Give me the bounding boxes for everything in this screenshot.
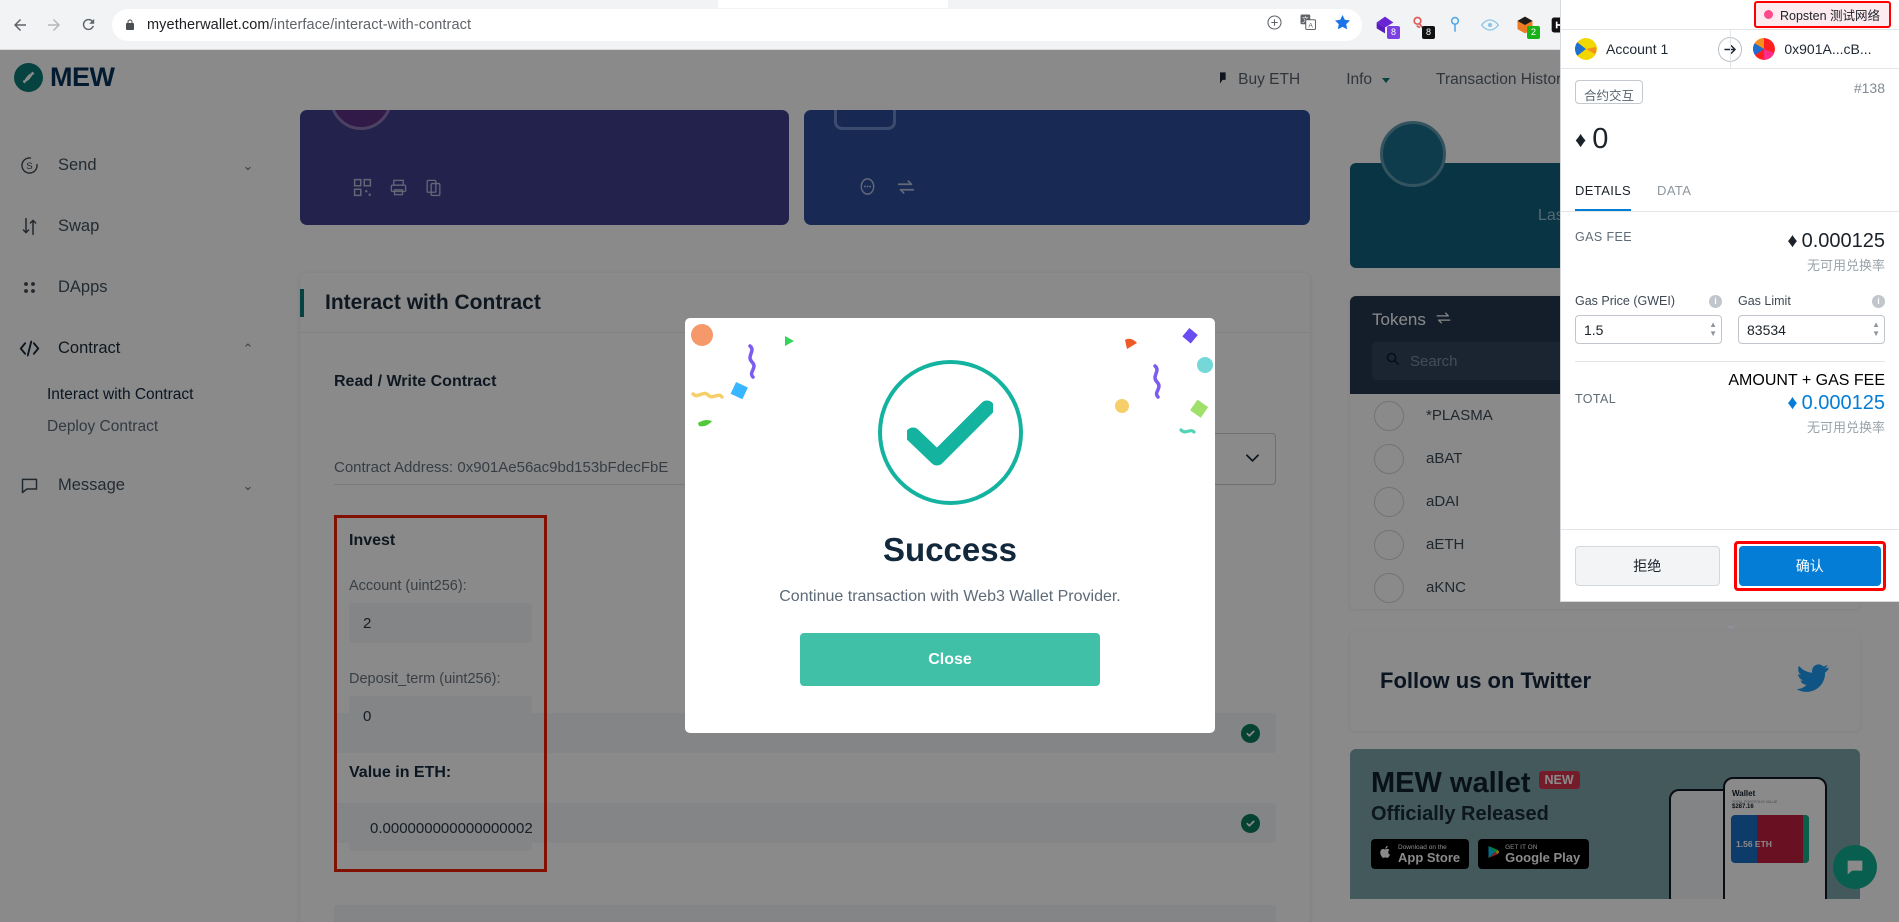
recipient-account[interactable]: 0x901A...cB... — [1753, 38, 1899, 60]
amount-plus-gas-label: AMOUNT + GAS FEE — [1728, 372, 1885, 389]
address-bar[interactable]: myetherwallet.com/interface/interact-wit… — [112, 8, 1362, 41]
forward-arrow-icon[interactable] — [38, 9, 70, 41]
transaction-amount-value: 0 — [1592, 123, 1609, 155]
extension-cube-icon[interactable]: 2 — [1514, 14, 1540, 39]
network-badge[interactable]: Ropsten 测试网络 — [1753, 1, 1891, 28]
metamask-tabs: DETAILS DATA — [1561, 176, 1899, 212]
success-dialog: Success Continue transaction with Web3 W… — [685, 318, 1215, 733]
metamask-badge: 8 — [1387, 25, 1400, 39]
transaction-amount: ♦ 0 — [1561, 123, 1899, 156]
metamask-extension-icon[interactable]: 8 — [1374, 14, 1400, 39]
url-text: myetherwallet.com/interface/interact-wit… — [147, 17, 471, 33]
confirm-button[interactable]: 确认 — [1738, 545, 1881, 586]
avatar — [1753, 38, 1776, 60]
extension-red-icon[interactable]: 8 — [1409, 14, 1435, 39]
gas-fee-label: GAS FEE — [1575, 230, 1632, 244]
browser-tab-stub[interactable] — [718, 0, 948, 8]
translate-icon[interactable]: 文A — [1299, 13, 1317, 36]
gas-limit-stepper[interactable]: ▲ ▼ — [1872, 321, 1880, 338]
back-arrow-icon[interactable] — [4, 9, 36, 41]
metamask-network-row: Ropsten 测试网络 — [1561, 0, 1899, 29]
browser-nav-buttons — [0, 9, 104, 41]
close-button[interactable]: Close — [800, 633, 1100, 686]
bookmark-star-icon[interactable] — [1333, 13, 1352, 37]
recipient-address: 0x901A...cB... — [1784, 41, 1872, 57]
extension-key-icon[interactable] — [1444, 14, 1466, 36]
sender-account-name: Account 1 — [1606, 41, 1669, 57]
gas-limit-label: Gas Limit — [1738, 294, 1791, 308]
gas-price-group: Gas Price (GWEI) i 1.5 ▲ ▼ — [1575, 294, 1722, 344]
gas-limit-value: 83534 — [1747, 321, 1786, 338]
eth-symbol-icon: ♦ — [1575, 126, 1587, 152]
info-icon[interactable]: i — [1872, 294, 1885, 308]
total-values: ♦ 0.000125 无可用兑换率 — [1787, 392, 1885, 436]
stepper-down-icon[interactable]: ▼ — [1872, 330, 1880, 338]
gas-fee-value: 0.000125 — [1801, 230, 1885, 252]
chevron-double-down-icon[interactable]: ⌄ — [1561, 615, 1899, 633]
total-conversion: 无可用兑换率 — [1806, 420, 1885, 435]
gas-fee-values: ♦ 0.000125 无可用兑换率 — [1787, 230, 1885, 274]
url-path: /interface/interact-with-contract — [269, 16, 472, 33]
success-check-icon — [877, 360, 1023, 505]
extension-eye-icon[interactable] — [1479, 14, 1501, 36]
lock-icon — [124, 18, 136, 32]
tab-details[interactable]: DETAILS — [1575, 176, 1632, 211]
metamask-footer: 拒绝 确认 ⌄ — [1561, 529, 1899, 633]
extension-red-badge: 8 — [1422, 25, 1435, 39]
gas-price-label: Gas Price (GWEI) — [1575, 294, 1676, 308]
gas-price-label-row: Gas Price (GWEI) i — [1575, 294, 1722, 308]
url-host: myetherwallet.com — [147, 16, 270, 33]
total-row: TOTAL ♦ 0.000125 无可用兑换率 — [1575, 390, 1885, 436]
metamask-origin-row: 合约交互 #138 — [1561, 69, 1899, 131]
sender-account[interactable]: Account 1 — [1561, 38, 1707, 60]
metamask-detail-rows: GAS FEE ♦ 0.000125 无可用兑换率 — [1561, 212, 1899, 274]
tab-data[interactable]: DATA — [1657, 176, 1691, 211]
network-name: Ropsten 测试网络 — [1779, 9, 1880, 23]
total-label: TOTAL — [1575, 392, 1617, 406]
total-amount: ♦ 0.000125 — [1787, 392, 1885, 415]
success-title: Success — [883, 531, 1017, 568]
confirm-button-highlight: 确认 — [1733, 540, 1886, 591]
gas-limit-group: Gas Limit i 83534 ▲ ▼ — [1738, 294, 1885, 344]
stepper-up-icon[interactable]: ▲ — [1709, 321, 1717, 329]
extension-cube-badge: 2 — [1527, 25, 1540, 39]
gas-limit-label-row: Gas Limit i — [1738, 294, 1885, 308]
stepper-up-icon[interactable]: ▲ — [1872, 321, 1880, 329]
gas-fee-conversion: 无可用兑换率 — [1806, 258, 1885, 273]
gas-limit-input[interactable]: 83534 ▲ ▼ — [1738, 315, 1885, 344]
gas-price-input[interactable]: 1.5 ▲ ▼ — [1575, 315, 1722, 344]
svg-text:A: A — [1308, 22, 1313, 29]
reload-icon[interactable] — [72, 9, 104, 41]
omnibox-actions: 文A — [1266, 13, 1352, 37]
info-icon[interactable]: i — [1709, 294, 1722, 308]
metamask-accounts-row: Account 1 0x901A...cB... — [1561, 29, 1899, 69]
stepper-down-icon[interactable]: ▼ — [1709, 330, 1717, 338]
avatar — [1575, 38, 1597, 60]
metamask-total-rows: AMOUNT + GAS FEE TOTAL ♦ 0.000125 无可用兑换率 — [1561, 362, 1899, 436]
eth-symbol-icon: ♦ — [1787, 392, 1798, 414]
divider — [1730, 30, 1731, 68]
add-to-collection-icon[interactable] — [1266, 14, 1283, 36]
gas-price-value: 1.5 — [1584, 321, 1604, 338]
metamask-popup: Ropsten 测试网络 Account 1 0x901A...cB... 合约… — [1560, 0, 1899, 633]
success-subtitle: Continue transaction with Web3 Wallet Pr… — [779, 588, 1121, 605]
gas-fee-amount: ♦ 0.000125 — [1787, 230, 1885, 253]
gas-price-stepper[interactable]: ▲ ▼ — [1709, 321, 1717, 338]
nonce-label: #138 — [1853, 80, 1885, 96]
transaction-type-pill: 合约交互 — [1575, 80, 1644, 104]
metamask-gas-inputs: Gas Price (GWEI) i 1.5 ▲ ▼ Gas Limit i 83… — [1561, 274, 1899, 344]
gas-fee-row: GAS FEE ♦ 0.000125 无可用兑换率 — [1575, 212, 1885, 274]
total-value: 0.000125 — [1801, 392, 1885, 414]
eth-symbol-icon: ♦ — [1787, 230, 1798, 252]
reject-button[interactable]: 拒绝 — [1575, 545, 1720, 586]
network-status-dot — [1763, 10, 1773, 19]
